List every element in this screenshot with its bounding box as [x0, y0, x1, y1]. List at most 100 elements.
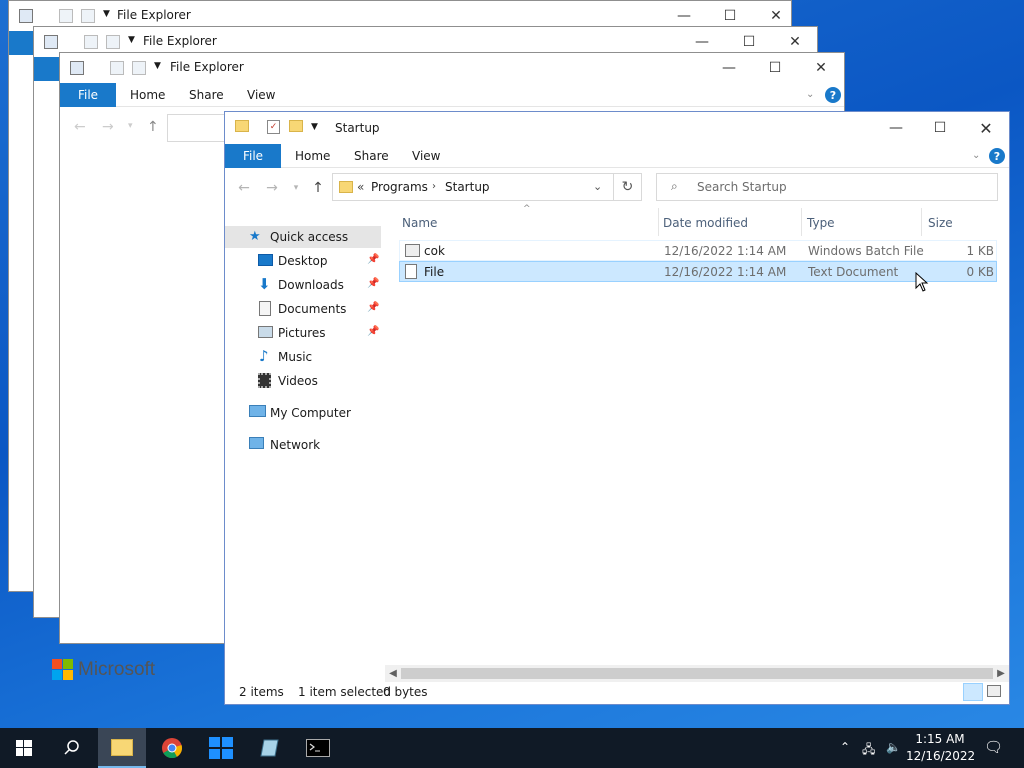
new-folder-icon[interactable]	[81, 9, 95, 23]
chevron-down-icon[interactable]: ⌄	[806, 89, 814, 100]
file-size: 1 KB	[966, 244, 994, 258]
pin-icon[interactable]: 📌	[367, 326, 379, 337]
nav-my-computer[interactable]: My Computer	[225, 402, 381, 424]
pin-icon[interactable]: 📌	[367, 278, 379, 289]
taskbar-windows-app[interactable]	[197, 728, 245, 768]
tab-view[interactable]: View	[412, 144, 440, 168]
nav-quick-access[interactable]: ★ Quick access	[225, 226, 381, 248]
scrollbar-thumb[interactable]	[401, 668, 993, 679]
chevron-down-icon[interactable]: ⌄	[593, 180, 602, 193]
file-row-file[interactable]: File 12/16/2022 1:14 AM Text Document 0 …	[399, 261, 997, 282]
window-title: File Explorer	[143, 34, 217, 48]
tab-home[interactable]: Home	[130, 83, 165, 107]
start-button[interactable]	[0, 728, 48, 768]
forward-arrow-icon[interactable]: →	[263, 179, 281, 197]
tab-share[interactable]: Share	[189, 83, 224, 107]
pin-icon[interactable]: 📌	[367, 254, 379, 265]
close-button[interactable]: ✕	[798, 53, 844, 83]
title-bar[interactable]: ✓ ▼ Startup — ☐ ✕	[225, 112, 1009, 144]
chevron-down-icon[interactable]: ▼	[128, 35, 142, 49]
tab-view[interactable]: View	[247, 83, 275, 107]
column-header-date[interactable]: Date modified	[663, 216, 748, 238]
properties-icon[interactable]	[84, 35, 98, 49]
tab-home[interactable]: Home	[295, 144, 330, 168]
nav-videos[interactable]: Videos	[225, 370, 381, 392]
file-name: File	[424, 265, 445, 279]
status-bytes: 0 bytes	[383, 685, 428, 699]
window-title: File Explorer	[117, 8, 191, 22]
maximize-button[interactable]: ☐	[917, 112, 963, 144]
search-input[interactable]: ⌕ Search Startup	[656, 173, 998, 201]
large-icons-view-icon[interactable]	[987, 685, 1001, 697]
new-folder-icon[interactable]	[106, 35, 120, 49]
nav-music[interactable]: ♪ Music	[225, 346, 381, 368]
chevron-down-icon[interactable]: ▼	[311, 122, 318, 132]
nav-pictures[interactable]: Pictures 📌	[225, 322, 381, 344]
network-icon[interactable]: 🖧	[862, 740, 875, 761]
nav-desktop[interactable]: Desktop 📌	[225, 250, 381, 272]
recent-locations-icon[interactable]: ▾	[287, 179, 305, 197]
minimize-button[interactable]: —	[706, 53, 752, 83]
chevron-up-icon[interactable]: ⌃	[840, 740, 850, 754]
taskbar-terminal[interactable]	[294, 728, 342, 768]
breadcrumb-startup[interactable]: Startup	[445, 180, 490, 194]
search-button[interactable]	[48, 728, 96, 768]
taskbar-clock[interactable]: 1:15 AM 12/16/2022	[906, 731, 975, 765]
nav-documents[interactable]: Documents 📌	[225, 298, 381, 320]
properties-icon[interactable]: ✓	[267, 120, 280, 134]
taskbar-chrome[interactable]	[148, 728, 196, 768]
microsoft-logo-text: Microsoft	[78, 659, 156, 680]
taskbar-file-explorer[interactable]	[98, 728, 146, 768]
column-separator[interactable]	[921, 208, 922, 236]
breadcrumb-separator-icon: ›	[432, 181, 436, 192]
column-separator[interactable]	[801, 208, 802, 236]
column-header-type[interactable]: Type	[807, 216, 835, 238]
nav-network[interactable]: Network	[225, 434, 381, 456]
minimize-button[interactable]: —	[873, 112, 919, 144]
column-header-name[interactable]: Name	[402, 216, 437, 238]
volume-icon[interactable]: 🔈	[886, 740, 901, 754]
tab-share[interactable]: Share	[354, 144, 389, 168]
nav-downloads[interactable]: ⬇ Downloads 📌	[225, 274, 381, 296]
pin-icon[interactable]: 📌	[367, 302, 379, 313]
tab-file[interactable]: File	[60, 83, 116, 107]
up-arrow-icon[interactable]: ↑	[309, 179, 327, 197]
tab-file[interactable]	[34, 57, 60, 81]
address-bar[interactable]	[167, 114, 227, 142]
taskbar-notepad[interactable]	[246, 728, 294, 768]
chrome-icon	[162, 738, 182, 759]
file-date: 12/16/2022 1:14 AM	[664, 265, 787, 279]
nav-forward-icon: →	[102, 119, 114, 135]
close-button[interactable]: ✕	[963, 112, 1009, 144]
title-bar[interactable]: ▼ File Explorer — ☐ ✕	[60, 53, 844, 83]
properties-icon[interactable]	[59, 9, 73, 23]
help-icon[interactable]: ?	[989, 148, 1005, 164]
search-icon	[64, 740, 79, 755]
chevron-down-icon[interactable]: ▼	[103, 9, 117, 23]
column-separator[interactable]	[658, 208, 659, 236]
status-selected: 1 item selected	[298, 685, 392, 699]
refresh-button[interactable]: ↻	[614, 173, 642, 201]
nav-label: Documents	[278, 302, 347, 316]
breadcrumb-programs[interactable]: Programs	[371, 180, 428, 194]
address-bar[interactable]: « Programs › Startup ⌄	[332, 173, 614, 201]
main-explorer-window[interactable]: ✓ ▼ Startup — ☐ ✕ File Home Share View ⌄…	[224, 111, 1010, 705]
computer-icon	[249, 405, 266, 417]
back-arrow-icon[interactable]: ←	[235, 179, 253, 197]
notification-icon[interactable]: 🗨	[984, 738, 1003, 756]
maximize-button[interactable]: ☐	[752, 53, 798, 83]
chevron-down-icon[interactable]: ▼	[154, 61, 168, 75]
new-folder-icon[interactable]	[289, 120, 303, 132]
details-view-icon[interactable]	[963, 683, 983, 701]
tab-file[interactable]: File	[225, 144, 281, 168]
navigation-pane: ★ Quick access Desktop 📌 ⬇ Downloads 📌 D…	[225, 222, 383, 572]
chevron-down-icon[interactable]: ⌄	[972, 150, 980, 161]
help-icon[interactable]: ?	[825, 87, 841, 103]
column-header-size[interactable]: Size	[928, 216, 953, 238]
new-folder-icon[interactable]	[132, 61, 146, 75]
file-row-cok[interactable]: cok 12/16/2022 1:14 AM Windows Batch Fil…	[399, 240, 997, 261]
status-item-count: 2 items	[239, 685, 284, 699]
breadcrumb-overflow[interactable]: «	[357, 180, 364, 194]
nav-label: My Computer	[270, 406, 351, 420]
properties-icon[interactable]	[110, 61, 124, 75]
